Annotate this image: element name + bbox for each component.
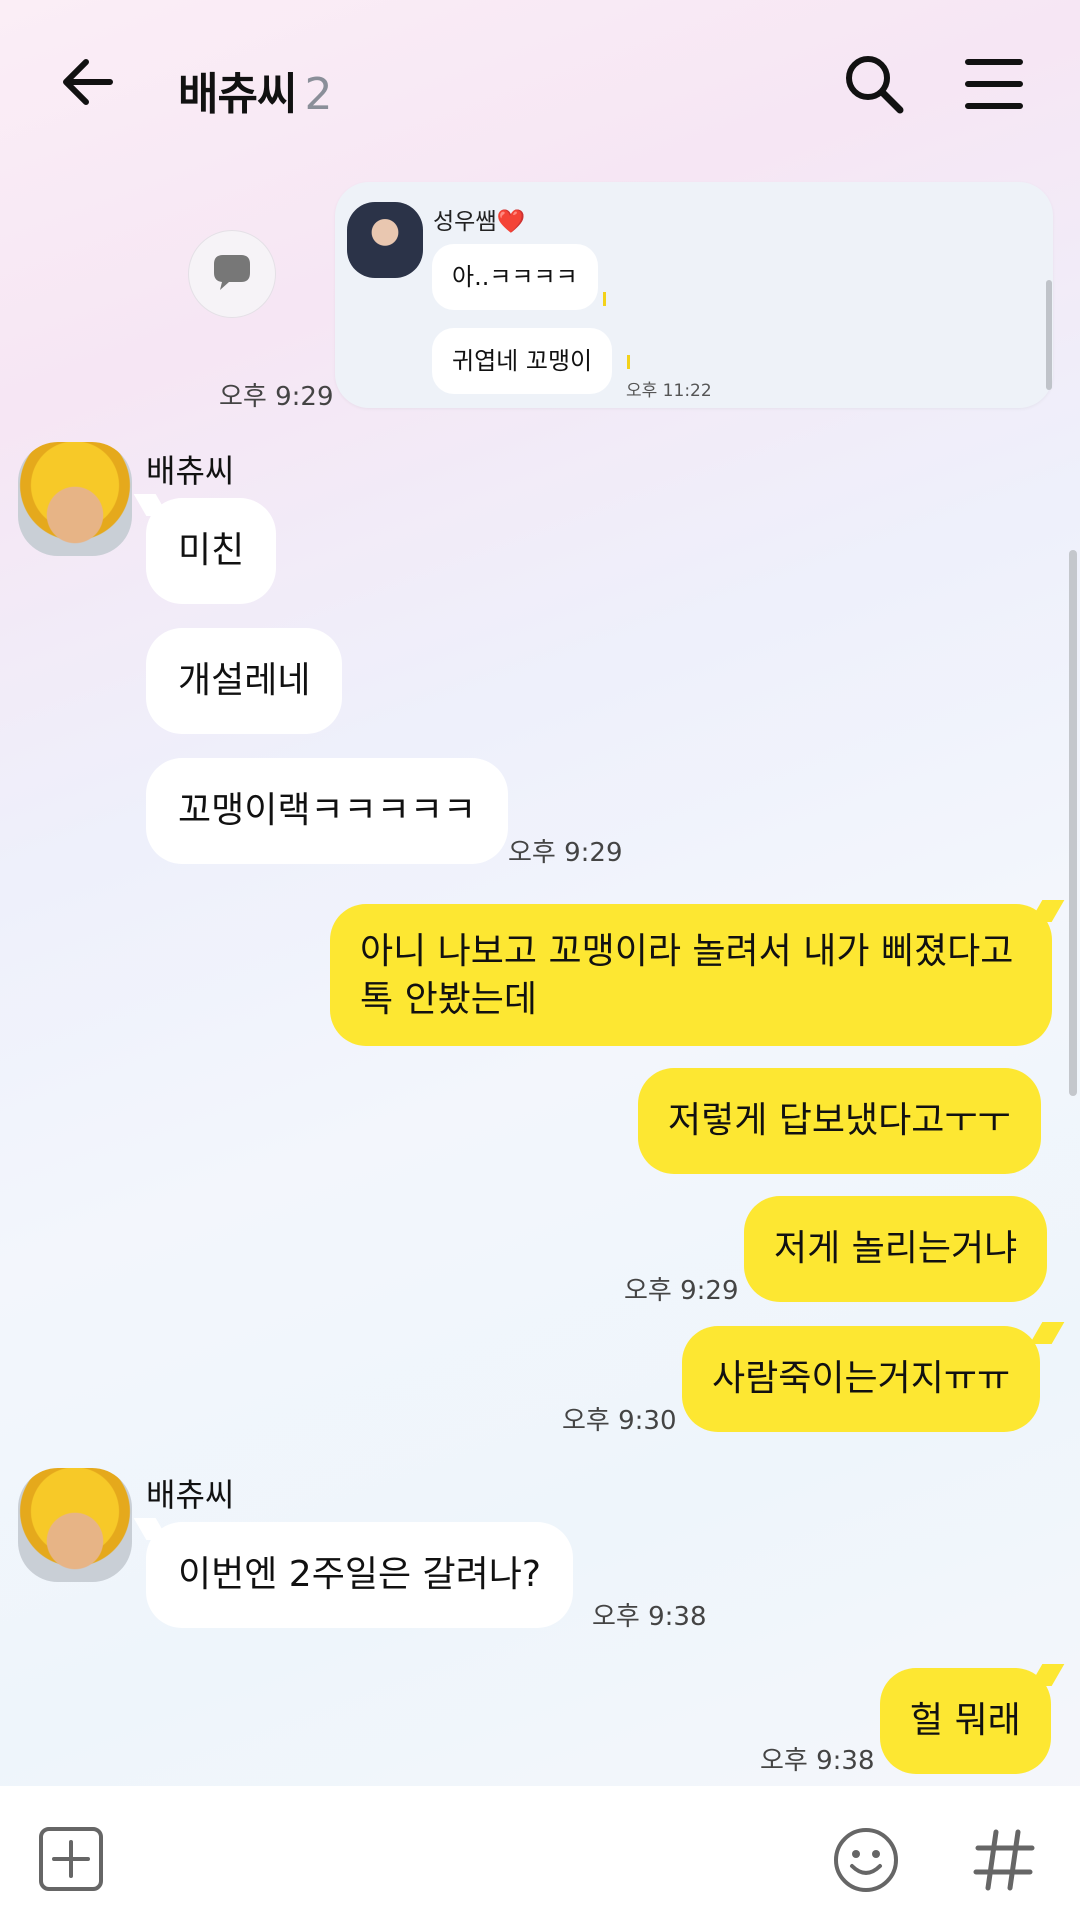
card-scrollbar: [1046, 280, 1052, 390]
hashtag-icon: [973, 1829, 1035, 1891]
message-bubble[interactable]: 사람죽이는거지ㅠㅠ: [682, 1326, 1041, 1432]
message-bubble[interactable]: 꼬맹이랙ㅋㅋㅋㅋㅋ: [146, 758, 509, 864]
message-time: 오후 9:38: [760, 1746, 875, 1776]
back-button[interactable]: [58, 52, 118, 112]
bubble-tail: [1029, 900, 1065, 922]
search-icon: [846, 56, 904, 114]
hamburger-menu-icon: [965, 59, 1023, 109]
chat-header: 배츄씨 2: [0, 0, 1080, 170]
chat-title: 배츄씨 2: [178, 58, 332, 122]
menu-button[interactable]: [962, 52, 1026, 116]
bubble-tail: [1029, 1664, 1065, 1686]
forwarded-time: 오후 11:22: [626, 381, 712, 401]
forwarded-message-2: 귀엽네 꼬맹이: [432, 328, 613, 394]
message-time: 오후 9:30: [562, 1406, 677, 1436]
sender-name: 배츄씨: [146, 452, 235, 490]
input-bar: [0, 1786, 1080, 1932]
message-time: 오후 9:29: [508, 838, 623, 868]
avatar[interactable]: [18, 442, 132, 556]
share-button[interactable]: [188, 230, 276, 318]
message-bubble[interactable]: 저게 놀리는거냐: [744, 1196, 1048, 1302]
arrow-left-icon: [63, 59, 113, 105]
shared-time: 오후 9:29: [219, 382, 334, 412]
search-button[interactable]: [842, 52, 906, 116]
speech-bubble-icon: [214, 255, 250, 290]
message-bubble[interactable]: 헐 뭐래: [880, 1668, 1051, 1774]
bubble-tail: [1029, 1322, 1065, 1344]
chat-scrollbar[interactable]: [1069, 550, 1077, 1096]
chat-room-name: 배츄씨: [178, 69, 297, 120]
sender-name: 배츄씨: [146, 1476, 235, 1514]
hashtag-button[interactable]: [970, 1826, 1038, 1894]
message-bubble[interactable]: 이번엔 2주일은 갈려나?: [146, 1522, 573, 1628]
forwarded-sender-name: 성우쌤❤️: [433, 209, 526, 235]
attach-button[interactable]: [38, 1826, 104, 1892]
message-bubble[interactable]: 미친: [146, 498, 277, 604]
smiley-icon: [834, 1828, 898, 1892]
avatar: [347, 202, 423, 278]
message-bubble[interactable]: 개설레네: [146, 628, 343, 734]
plus-square-icon: [39, 1827, 103, 1891]
message-text-line: 아니 나보고 꼬맹이라 놀려서 내가 삐졌다고: [360, 931, 1014, 972]
forwarded-message-1: 아..ㅋㅋㅋㅋ: [432, 244, 598, 310]
message-bubble[interactable]: 아니 나보고 꼬맹이라 놀려서 내가 삐졌다고 톡 안봤는데: [330, 904, 1052, 1046]
member-count: 2: [304, 69, 332, 120]
avatar[interactable]: [18, 1468, 132, 1582]
unread-marker: [603, 292, 606, 306]
message-bubble[interactable]: 저렇게 답보냈다고ㅜㅜ: [638, 1068, 1041, 1174]
message-text-line: 톡 안봤는데: [360, 979, 538, 1020]
emoji-button[interactable]: [832, 1826, 900, 1894]
unread-marker: [627, 355, 630, 369]
message-time: 오후 9:38: [592, 1602, 707, 1632]
message-time: 오후 9:29: [624, 1276, 739, 1306]
